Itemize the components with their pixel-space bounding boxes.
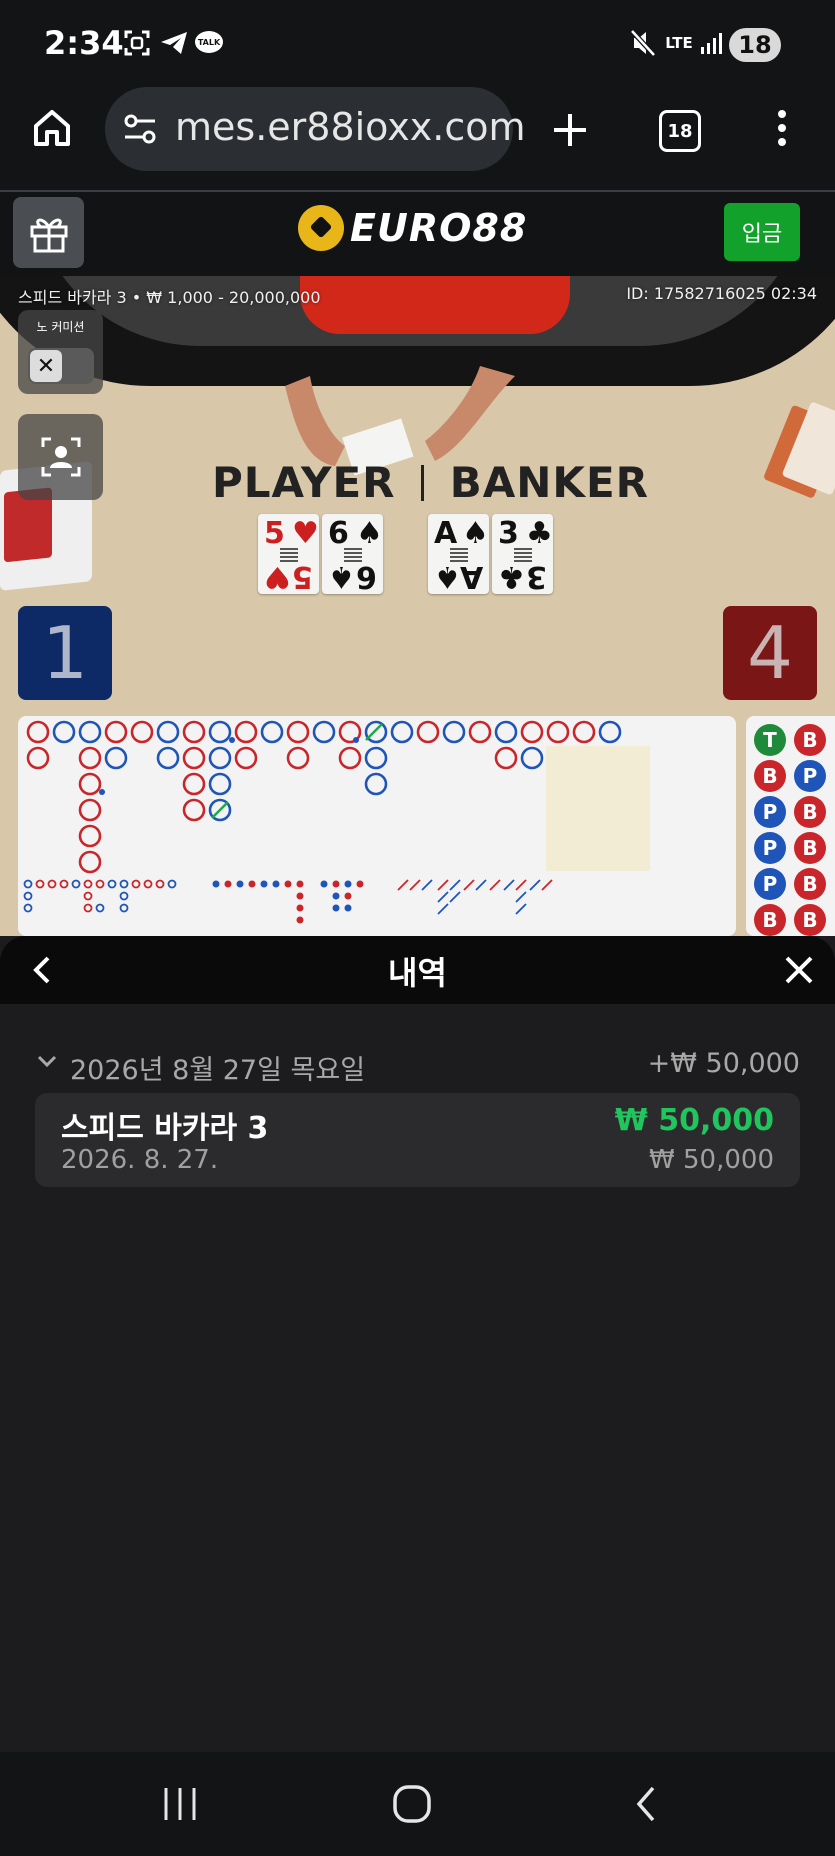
game-round-id: ID: 17582716025 02:34 <box>626 284 817 303</box>
bead-3: B <box>754 760 786 792</box>
bead-2: B <box>794 724 826 756</box>
url-text[interactable]: mes.er88ioxx.com <box>175 105 525 149</box>
card-rank-bottom: A <box>459 559 483 594</box>
card-rank-bottom: 6 <box>356 559 377 594</box>
card-rank-bottom: 3 <box>526 559 547 594</box>
banker-label: BANKER <box>449 458 649 507</box>
no-commission-toggle[interactable]: ✕ <box>28 348 94 384</box>
player-score: 1 <box>18 606 112 700</box>
site-logo[interactable]: EURO88 <box>298 203 527 253</box>
player-card-2: 6 ♠ ♠ 6 <box>322 514 383 594</box>
camera-view-button[interactable] <box>18 414 103 500</box>
divider <box>421 465 425 501</box>
dealer <box>300 276 570 334</box>
transaction-bet-amount: ₩ 50,000 <box>649 1145 774 1175</box>
player-card-1: 5 ♥ ♥ 5 <box>258 514 319 594</box>
card-suit-bottom: ♠ <box>434 559 461 594</box>
kakaotalk-icon: TALK <box>194 28 224 58</box>
banker-card-2: 3 ♣ ♣ 3 <box>492 514 553 594</box>
tab-switcher-button[interactable]: 18 <box>659 110 701 152</box>
no-commission-label: 노 커미션 <box>36 320 85 334</box>
logo-text: EURO88 <box>350 206 528 250</box>
network-label: LTE <box>665 34 693 52</box>
card-suit: ♠ <box>462 516 489 551</box>
bead-1: T <box>754 724 786 756</box>
date-label: 2026년 8월 27일 목요일 <box>70 1055 366 1086</box>
card-rank: A <box>434 516 458 551</box>
card-suit-bottom: ♣ <box>498 559 525 594</box>
live-game-video: PLAYER BANKER 5 ♥ ♥ 5 6 ♠ ♠ 6 A ♠ ♠ A 3 … <box>0 276 835 936</box>
card-shoe-right <box>757 401 835 524</box>
history-title: 내역 <box>388 954 447 992</box>
status-bar: 2:34 TALK LTE 18 <box>0 0 835 88</box>
soccer-ball-icon <box>298 205 344 251</box>
transaction-date: 2026. 8. 27. <box>61 1145 219 1175</box>
toggle-off-icon: ✕ <box>30 350 62 382</box>
card-suit-bottom: ♥ <box>264 559 291 594</box>
battery-indicator: 18 <box>729 28 781 62</box>
card-rank: 6 <box>328 516 349 551</box>
banker-card-1: A ♠ ♠ A <box>428 514 489 594</box>
mute-icon <box>628 28 658 58</box>
close-icon <box>785 956 813 984</box>
card-suit: ♣ <box>526 516 553 551</box>
bead-7: P <box>754 832 786 864</box>
chevron-left-icon <box>33 956 50 984</box>
transaction-win-amount: ₩ 50,000 <box>614 1103 774 1138</box>
transaction-item[interactable]: 스피드 바카라 3 2026. 8. 27. ₩ 50,000 ₩ 50,000 <box>35 1093 800 1187</box>
bead-5: P <box>754 796 786 828</box>
svg-text:TALK: TALK <box>198 38 221 47</box>
recent-apps-icon[interactable] <box>150 1780 210 1828</box>
card-rank: 5 <box>264 516 285 551</box>
player-label: PLAYER <box>212 458 396 507</box>
chevron-down-icon <box>36 1050 58 1078</box>
big-road-scoreboard[interactable] <box>18 716 736 936</box>
clock: 2:34 <box>44 24 124 62</box>
home-nav-icon[interactable] <box>382 1780 442 1828</box>
table-player-banker-label: PLAYER BANKER <box>212 458 649 507</box>
deposit-button[interactable]: 입금 <box>724 203 800 261</box>
more-menu-icon[interactable] <box>770 106 794 150</box>
gift-icon[interactable] <box>13 197 84 268</box>
bead-11: B <box>754 904 786 936</box>
telegram-icon <box>158 28 190 58</box>
bead-4: P <box>794 760 826 792</box>
signal-icon <box>698 28 726 58</box>
card-rank-bottom: 5 <box>292 559 313 594</box>
card-suit: ♥ <box>292 516 319 551</box>
camera-person-icon <box>41 437 80 477</box>
back-button[interactable] <box>22 950 62 990</box>
bead-6: B <box>794 796 826 828</box>
site-settings-icon[interactable] <box>122 112 158 146</box>
banker-score: 4 <box>723 606 817 700</box>
bead-10: B <box>794 868 826 900</box>
date-group-header[interactable]: 2026년 8월 27일 목요일 +₩ 50,000 <box>36 1048 800 1086</box>
card-rank: 3 <box>498 516 519 551</box>
bead-12: B <box>794 904 826 936</box>
date-total: +₩ 50,000 <box>647 1048 800 1079</box>
home-icon[interactable] <box>30 106 74 150</box>
bead-8: B <box>794 832 826 864</box>
bead-road-scoreboard[interactable]: TBBPPBPBPBBB <box>746 716 835 936</box>
no-commission-panel: 노 커미션 ✕ <box>18 310 103 394</box>
screenshot-icon <box>122 28 152 58</box>
game-info: 스피드 바카라 3 • ₩ 1,000 - 20,000,000 <box>18 288 321 307</box>
card-suit-bottom: ♠ <box>328 559 355 594</box>
card-suit: ♠ <box>356 516 383 551</box>
new-tab-icon[interactable] <box>548 108 592 152</box>
bead-9: P <box>754 868 786 900</box>
road-marks <box>23 720 650 924</box>
close-button[interactable] <box>779 950 819 990</box>
back-nav-icon[interactable] <box>616 1780 676 1828</box>
transaction-game-name: 스피드 바카라 3 <box>61 1111 269 1146</box>
